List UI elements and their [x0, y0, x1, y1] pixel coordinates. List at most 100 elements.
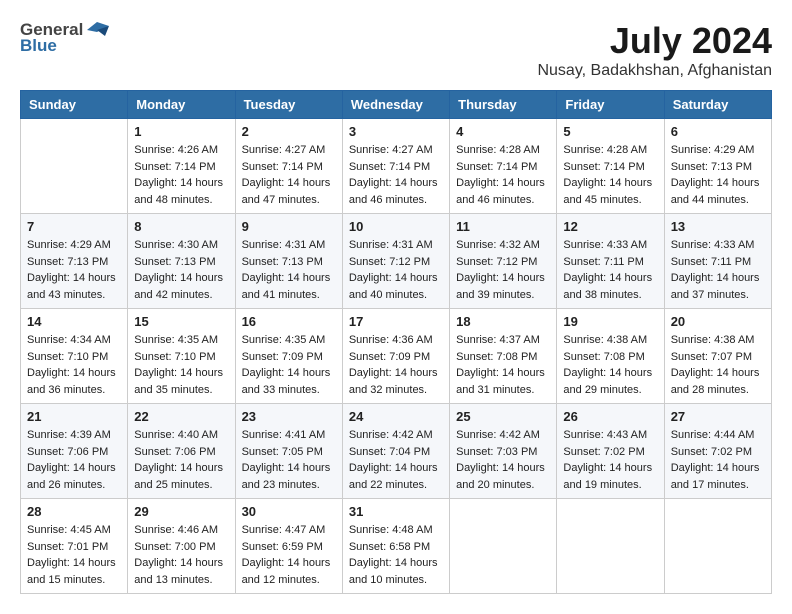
day-info: Sunrise: 4:44 AMSunset: 7:02 PMDaylight:…	[671, 427, 765, 493]
day-info: Sunrise: 4:30 AMSunset: 7:13 PMDaylight:…	[134, 237, 228, 303]
calendar-cell: 8 Sunrise: 4:30 AMSunset: 7:13 PMDaylight…	[128, 214, 235, 309]
day-info: Sunrise: 4:38 AMSunset: 7:08 PMDaylight:…	[563, 332, 657, 398]
calendar-cell: 11 Sunrise: 4:32 AMSunset: 7:12 PMDayligh…	[450, 214, 557, 309]
calendar-cell: 5Sunrise: 4:28 AMSunset: 7:14 PMDaylight…	[557, 119, 664, 214]
calendar-cell: 20 Sunrise: 4:38 AMSunset: 7:07 PMDayligh…	[664, 309, 771, 404]
day-number: 31	[349, 504, 443, 519]
day-header-wednesday: Wednesday	[342, 91, 449, 119]
day-number: 15	[134, 314, 228, 329]
calendar-cell: 25Sunrise: 4:42 AMSunset: 7:03 PMDayligh…	[450, 404, 557, 499]
calendar-cell: 17 Sunrise: 4:36 AMSunset: 7:09 PMDayligh…	[342, 309, 449, 404]
day-info: Sunrise: 4:48 AMSunset: 6:58 PMDaylight:…	[349, 522, 443, 588]
day-number: 28	[27, 504, 121, 519]
day-info: Sunrise: 4:34 AMSunset: 7:10 PMDaylight:…	[27, 332, 121, 398]
calendar-cell	[21, 119, 128, 214]
calendar-cell	[450, 499, 557, 594]
calendar-cell: 3 Sunrise: 4:27 AMSunset: 7:14 PMDaylight…	[342, 119, 449, 214]
day-info: Sunrise: 4:46 AMSunset: 7:00 PMDaylight:…	[134, 522, 228, 588]
day-number: 23	[242, 409, 336, 424]
day-number: 19	[563, 314, 657, 329]
day-info: Sunrise: 4:31 AMSunset: 7:13 PMDaylight:…	[242, 237, 336, 303]
day-info: Sunrise: 4:35 AMSunset: 7:10 PMDaylight:…	[134, 332, 228, 398]
calendar-cell: 24 Sunrise: 4:42 AMSunset: 7:04 PMDayligh…	[342, 404, 449, 499]
calendar-cell: 31 Sunrise: 4:48 AMSunset: 6:58 PMDayligh…	[342, 499, 449, 594]
day-info: Sunrise: 4:38 AMSunset: 7:07 PMDaylight:…	[671, 332, 765, 398]
day-info: Sunrise: 4:40 AMSunset: 7:06 PMDaylight:…	[134, 427, 228, 493]
month-year-title: July 2024	[537, 20, 772, 62]
calendar-cell: 12Sunrise: 4:33 AMSunset: 7:11 PMDayligh…	[557, 214, 664, 309]
calendar-week-3: 14 Sunrise: 4:34 AMSunset: 7:10 PMDayligh…	[21, 309, 772, 404]
day-info: Sunrise: 4:42 AMSunset: 7:04 PMDaylight:…	[349, 427, 443, 493]
page-header: General Blue July 2024 Nusay, Badakhshan…	[20, 20, 772, 80]
day-info: Sunrise: 4:26 AMSunset: 7:14 PMDaylight:…	[134, 142, 228, 208]
day-number: 14	[27, 314, 121, 329]
day-number: 18	[456, 314, 550, 329]
day-header-tuesday: Tuesday	[235, 91, 342, 119]
day-info: Sunrise: 4:45 AMSunset: 7:01 PMDaylight:…	[27, 522, 121, 588]
calendar-cell: 16Sunrise: 4:35 AMSunset: 7:09 PMDayligh…	[235, 309, 342, 404]
day-header-saturday: Saturday	[664, 91, 771, 119]
day-info: Sunrise: 4:28 AMSunset: 7:14 PMDaylight:…	[456, 142, 550, 208]
day-number: 9	[242, 219, 336, 234]
day-info: Sunrise: 4:31 AMSunset: 7:12 PMDaylight:…	[349, 237, 443, 303]
day-number: 27	[671, 409, 765, 424]
day-info: Sunrise: 4:29 AMSunset: 7:13 PMDaylight:…	[27, 237, 121, 303]
logo-blue-text: Blue	[20, 36, 57, 56]
day-info: Sunrise: 4:27 AMSunset: 7:14 PMDaylight:…	[242, 142, 336, 208]
day-header-thursday: Thursday	[450, 91, 557, 119]
day-number: 20	[671, 314, 765, 329]
calendar-cell	[664, 499, 771, 594]
day-info: Sunrise: 4:29 AMSunset: 7:13 PMDaylight:…	[671, 142, 765, 208]
calendar-cell: 10 Sunrise: 4:31 AMSunset: 7:12 PMDayligh…	[342, 214, 449, 309]
calendar-cell: 6Sunrise: 4:29 AMSunset: 7:13 PMDaylight…	[664, 119, 771, 214]
day-number: 7	[27, 219, 121, 234]
day-info: Sunrise: 4:32 AMSunset: 7:12 PMDaylight:…	[456, 237, 550, 303]
calendar-cell: 26Sunrise: 4:43 AMSunset: 7:02 PMDayligh…	[557, 404, 664, 499]
day-info: Sunrise: 4:42 AMSunset: 7:03 PMDaylight:…	[456, 427, 550, 493]
day-number: 1	[134, 124, 228, 139]
day-info: Sunrise: 4:37 AMSunset: 7:08 PMDaylight:…	[456, 332, 550, 398]
calendar-week-5: 28 Sunrise: 4:45 AMSunset: 7:01 PMDayligh…	[21, 499, 772, 594]
calendar-cell: 27 Sunrise: 4:44 AMSunset: 7:02 PMDayligh…	[664, 404, 771, 499]
day-header-monday: Monday	[128, 91, 235, 119]
day-info: Sunrise: 4:43 AMSunset: 7:02 PMDaylight:…	[563, 427, 657, 493]
calendar-cell	[557, 499, 664, 594]
calendar-cell: 13 Sunrise: 4:33 AMSunset: 7:11 PMDayligh…	[664, 214, 771, 309]
calendar-cell: 7 Sunrise: 4:29 AMSunset: 7:13 PMDaylight…	[21, 214, 128, 309]
day-number: 8	[134, 219, 228, 234]
day-number: 10	[349, 219, 443, 234]
calendar-cell: 19 Sunrise: 4:38 AMSunset: 7:08 PMDayligh…	[557, 309, 664, 404]
day-number: 17	[349, 314, 443, 329]
day-info: Sunrise: 4:33 AMSunset: 7:11 PMDaylight:…	[563, 237, 657, 303]
day-number: 13	[671, 219, 765, 234]
day-number: 22	[134, 409, 228, 424]
calendar-cell: 22 Sunrise: 4:40 AMSunset: 7:06 PMDayligh…	[128, 404, 235, 499]
calendar-cell: 30Sunrise: 4:47 AMSunset: 6:59 PMDayligh…	[235, 499, 342, 594]
day-info: Sunrise: 4:33 AMSunset: 7:11 PMDaylight:…	[671, 237, 765, 303]
day-number: 29	[134, 504, 228, 519]
logo-bird-icon	[87, 22, 109, 38]
calendar-cell: 1 Sunrise: 4:26 AMSunset: 7:14 PMDaylight…	[128, 119, 235, 214]
calendar-week-1: 1 Sunrise: 4:26 AMSunset: 7:14 PMDaylight…	[21, 119, 772, 214]
day-number: 2	[242, 124, 336, 139]
day-info: Sunrise: 4:47 AMSunset: 6:59 PMDaylight:…	[242, 522, 336, 588]
calendar-cell: 18 Sunrise: 4:37 AMSunset: 7:08 PMDayligh…	[450, 309, 557, 404]
day-number: 11	[456, 219, 550, 234]
logo: General Blue	[20, 20, 109, 56]
location-subtitle: Nusay, Badakhshan, Afghanistan	[537, 62, 772, 80]
calendar-week-2: 7 Sunrise: 4:29 AMSunset: 7:13 PMDaylight…	[21, 214, 772, 309]
day-info: Sunrise: 4:35 AMSunset: 7:09 PMDaylight:…	[242, 332, 336, 398]
calendar-header-row: SundayMondayTuesdayWednesdayThursdayFrid…	[21, 91, 772, 119]
day-number: 4	[456, 124, 550, 139]
calendar-cell: 29 Sunrise: 4:46 AMSunset: 7:00 PMDayligh…	[128, 499, 235, 594]
day-number: 3	[349, 124, 443, 139]
calendar-cell: 21Sunrise: 4:39 AMSunset: 7:06 PMDayligh…	[21, 404, 128, 499]
calendar-cell: 9 Sunrise: 4:31 AMSunset: 7:13 PMDaylight…	[235, 214, 342, 309]
day-number: 24	[349, 409, 443, 424]
day-info: Sunrise: 4:39 AMSunset: 7:06 PMDaylight:…	[27, 427, 121, 493]
day-header-sunday: Sunday	[21, 91, 128, 119]
calendar-cell: 28 Sunrise: 4:45 AMSunset: 7:01 PMDayligh…	[21, 499, 128, 594]
day-info: Sunrise: 4:36 AMSunset: 7:09 PMDaylight:…	[349, 332, 443, 398]
calendar-cell: 14 Sunrise: 4:34 AMSunset: 7:10 PMDayligh…	[21, 309, 128, 404]
day-info: Sunrise: 4:27 AMSunset: 7:14 PMDaylight:…	[349, 142, 443, 208]
